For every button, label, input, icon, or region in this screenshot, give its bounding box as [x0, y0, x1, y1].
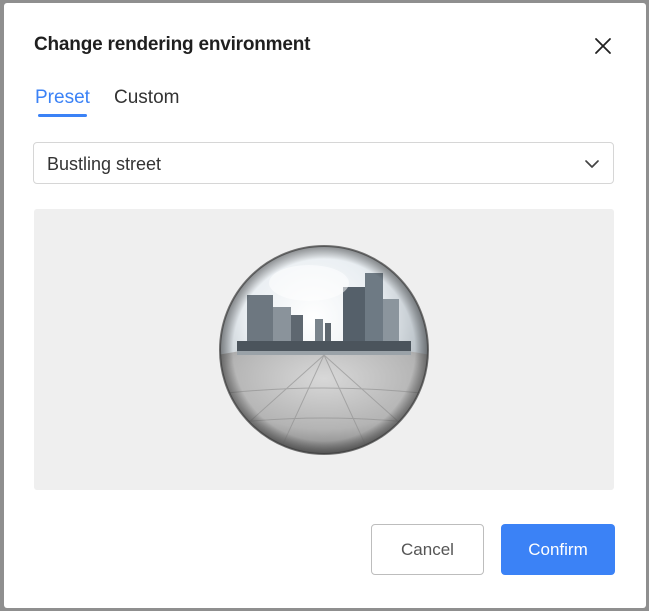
change-environment-dialog: Change rendering environment Preset Cust…: [4, 3, 646, 608]
close-icon: [595, 38, 611, 54]
dialog-title: Change rendering environment: [34, 34, 311, 55]
close-button[interactable]: [590, 33, 616, 59]
environment-select[interactable]: Bustling street: [33, 142, 614, 184]
chevron-down-icon: [585, 160, 599, 168]
chrome-sphere-preview: [217, 243, 431, 457]
confirm-button[interactable]: Confirm: [501, 524, 615, 575]
environment-preview: [34, 209, 614, 490]
tab-preset[interactable]: Preset: [35, 87, 90, 109]
tab-custom[interactable]: Custom: [114, 87, 179, 109]
cancel-button[interactable]: Cancel: [371, 524, 484, 575]
active-tab-indicator: [38, 114, 87, 117]
environment-select-value: Bustling street: [47, 154, 162, 174]
